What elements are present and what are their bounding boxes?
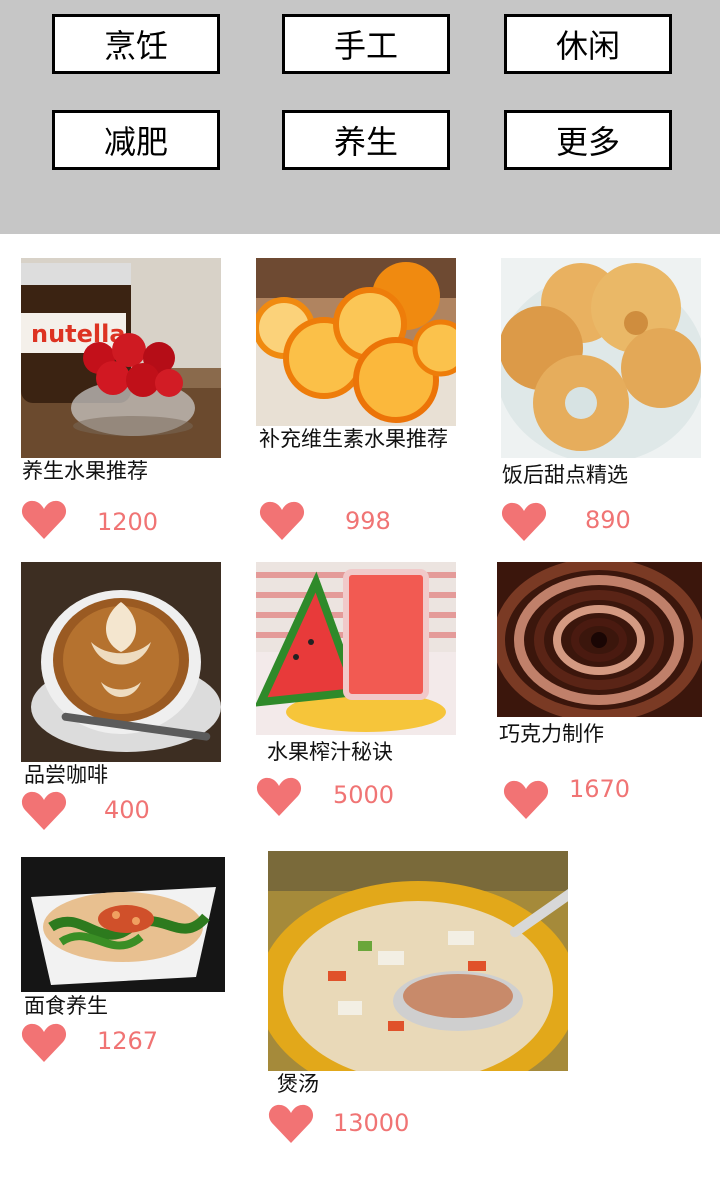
category-handicraft-button[interactable]: 手工 xyxy=(282,14,450,74)
post-image-coffee[interactable] xyxy=(21,562,221,762)
like-count: 890 xyxy=(585,506,631,534)
post-title[interactable]: 饭后甜点精选 xyxy=(502,461,628,490)
post-image-soup[interactable] xyxy=(268,851,568,1071)
post-title[interactable]: 煲汤 xyxy=(277,1070,319,1099)
like-count: 1200 xyxy=(97,508,159,536)
post-image-juice[interactable] xyxy=(256,562,456,735)
like-count: 1670 xyxy=(569,775,631,803)
like-count: 13000 xyxy=(333,1109,410,1137)
like-heart-icon[interactable] xyxy=(503,780,549,820)
post-image-noodles[interactable] xyxy=(21,857,225,992)
like-count: 400 xyxy=(104,796,150,824)
svg-text:nutella: nutella xyxy=(31,320,126,348)
post-title[interactable]: 巧克力制作 xyxy=(499,720,604,749)
like-heart-icon[interactable] xyxy=(21,1023,67,1063)
category-leisure-button[interactable]: 休闲 xyxy=(504,14,672,74)
like-heart-icon[interactable] xyxy=(268,1104,314,1144)
like-heart-icon[interactable] xyxy=(259,501,305,541)
post-title[interactable]: 养生水果推荐 xyxy=(22,457,148,486)
like-count: 5000 xyxy=(333,781,395,809)
post-title[interactable]: 补充维生素水果推荐 xyxy=(259,425,459,454)
post-image-cookies[interactable] xyxy=(501,258,701,458)
like-heart-icon[interactable] xyxy=(21,500,67,540)
category-health-button[interactable]: 养生 xyxy=(282,110,450,170)
like-heart-icon[interactable] xyxy=(501,502,547,542)
post-title[interactable]: 品尝咖啡 xyxy=(24,761,108,790)
category-bar: 烹饪 手工 休闲 减肥 养生 更多 xyxy=(0,0,720,234)
like-heart-icon[interactable] xyxy=(21,791,67,831)
post-title[interactable]: 水果榨汁秘诀 xyxy=(267,738,393,767)
like-count: 998 xyxy=(345,507,391,535)
post-image-chocolate[interactable] xyxy=(497,562,702,717)
post-title[interactable]: 面食养生 xyxy=(24,992,108,1021)
like-count: 1267 xyxy=(97,1027,159,1055)
post-image-fruit[interactable]: nutella xyxy=(21,258,221,458)
category-cooking-button[interactable]: 烹饪 xyxy=(52,14,220,74)
like-heart-icon[interactable] xyxy=(256,777,302,817)
category-more-button[interactable]: 更多 xyxy=(504,110,672,170)
post-image-oranges[interactable] xyxy=(256,258,456,426)
category-diet-button[interactable]: 减肥 xyxy=(52,110,220,170)
